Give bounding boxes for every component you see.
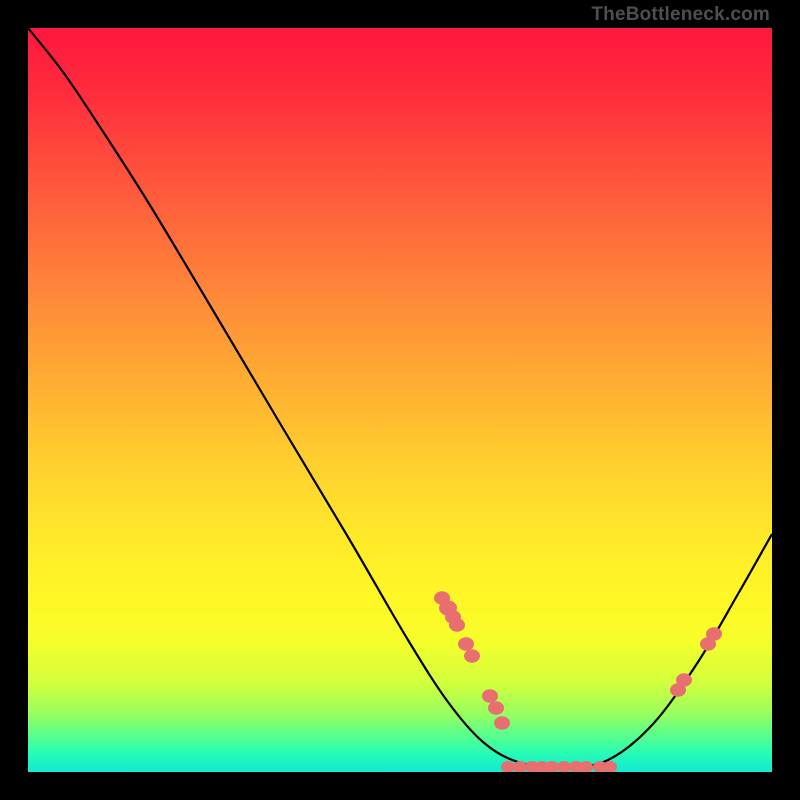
chart-svg-layer — [28, 28, 772, 772]
data-marker — [706, 627, 722, 641]
data-marker — [458, 637, 474, 651]
data-marker — [603, 761, 617, 772]
data-marker — [501, 761, 515, 772]
data-marker — [557, 761, 571, 772]
data-marker — [488, 701, 504, 715]
data-markers-group — [434, 591, 722, 772]
chart-plot-area — [28, 28, 772, 772]
data-marker — [676, 673, 692, 687]
data-marker — [494, 716, 510, 730]
data-marker — [545, 761, 559, 772]
bottleneck-curve — [28, 28, 772, 768]
watermark-label: TheBottleneck.com — [591, 4, 770, 26]
data-marker — [482, 689, 498, 703]
data-marker — [579, 761, 593, 772]
data-marker — [449, 618, 465, 632]
data-marker — [513, 761, 527, 772]
data-marker — [464, 649, 480, 663]
